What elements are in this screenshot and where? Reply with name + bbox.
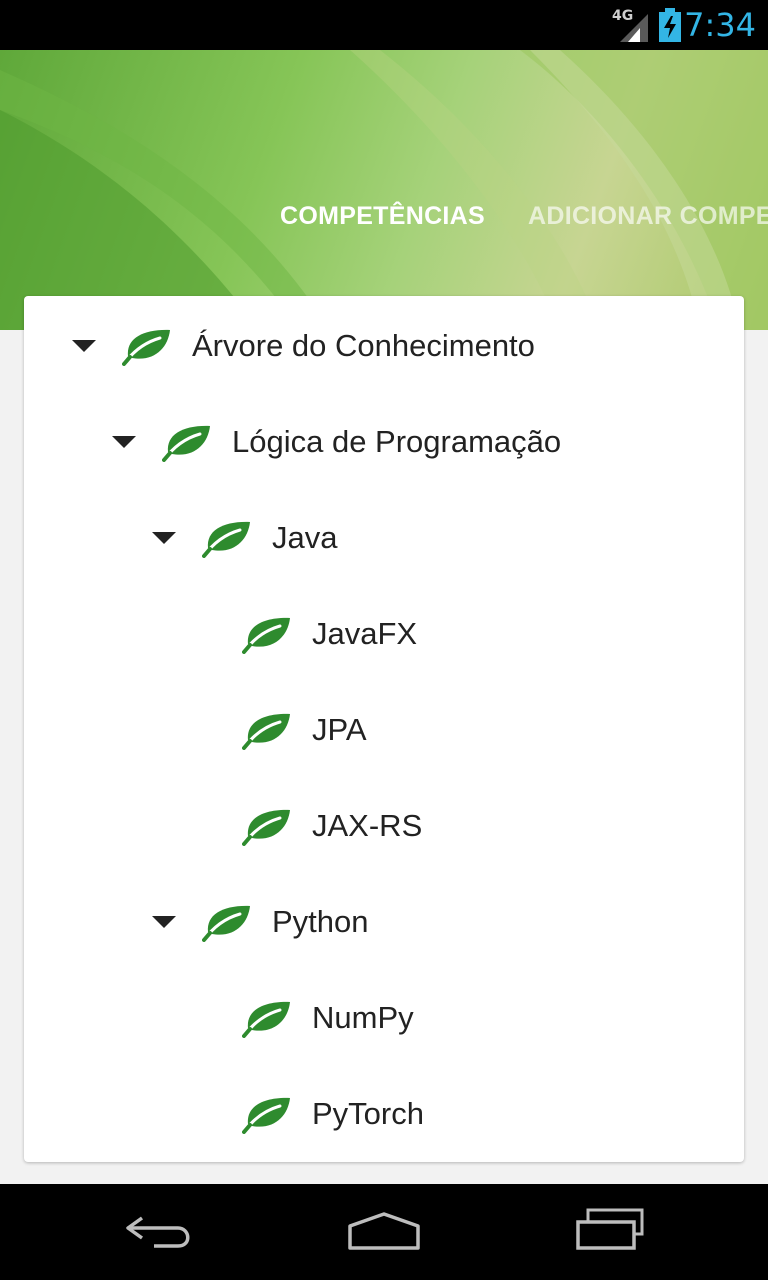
expand-arrow-icon[interactable]: [72, 340, 96, 352]
tab-bar: COMPETÊNCIAS ADICIONAR COMPE: [0, 202, 768, 242]
tab-adicionar-competencia[interactable]: ADICIONAR COMPE: [528, 202, 768, 231]
battery-charging-icon: [658, 8, 682, 42]
leaf-icon: [202, 905, 250, 942]
signal-icon: 4G: [612, 8, 648, 42]
tree-node[interactable]: NumPy: [24, 970, 744, 1066]
tree-node-label: JAX-RS: [312, 808, 423, 843]
home-icon[interactable]: [344, 1206, 424, 1256]
tree-node-label: JPA: [312, 712, 367, 747]
header-background: [0, 50, 768, 330]
tree-node[interactable]: Java: [24, 490, 744, 586]
tree-node[interactable]: JAX-RS: [24, 778, 744, 874]
expand-arrow-icon[interactable]: [152, 532, 176, 544]
tree-node[interactable]: PyTorch: [24, 1066, 744, 1162]
leaf-icon: [122, 329, 170, 366]
leaf-icon: [242, 713, 290, 750]
status-bar: 4G 7:34: [0, 0, 768, 50]
tree-node[interactable]: JPA: [24, 682, 744, 778]
tree-node[interactable]: Lógica de Programação: [24, 394, 744, 490]
tree-node-label: Árvore do Conhecimento: [192, 328, 535, 363]
expand-arrow-icon[interactable]: [112, 436, 136, 448]
recent-apps-icon[interactable]: [570, 1206, 650, 1256]
leaf-icon: [242, 617, 290, 654]
tree-node[interactable]: JavaFX: [24, 586, 744, 682]
tab-competencias[interactable]: COMPETÊNCIAS: [280, 202, 485, 231]
tree-node[interactable]: Python: [24, 874, 744, 970]
tree-node-label: JavaFX: [312, 616, 418, 651]
leaf-icon: [242, 1097, 290, 1134]
back-icon[interactable]: [120, 1206, 200, 1256]
tree-node-label: PyTorch: [312, 1096, 424, 1131]
leaf-icon: [242, 809, 290, 846]
leaf-icon: [202, 521, 250, 558]
expand-arrow-icon[interactable]: [152, 916, 176, 928]
clock: 7:34: [684, 6, 756, 44]
leaf-icon: [242, 1001, 290, 1038]
navigation-bar: [0, 1184, 768, 1280]
tree-node-label: Python: [272, 904, 369, 939]
tree-node-label: Lógica de Programação: [232, 424, 562, 459]
tree-node[interactable]: Árvore do Conhecimento: [24, 298, 744, 394]
tree-node-label: NumPy: [312, 1000, 414, 1035]
tree-node-label: Java: [272, 520, 338, 555]
knowledge-tree-card: Árvore do Conhecimento Lógica de Program…: [24, 296, 744, 1162]
header-banner: COMPETÊNCIAS ADICIONAR COMPE: [0, 50, 768, 330]
leaf-icon: [162, 425, 210, 462]
